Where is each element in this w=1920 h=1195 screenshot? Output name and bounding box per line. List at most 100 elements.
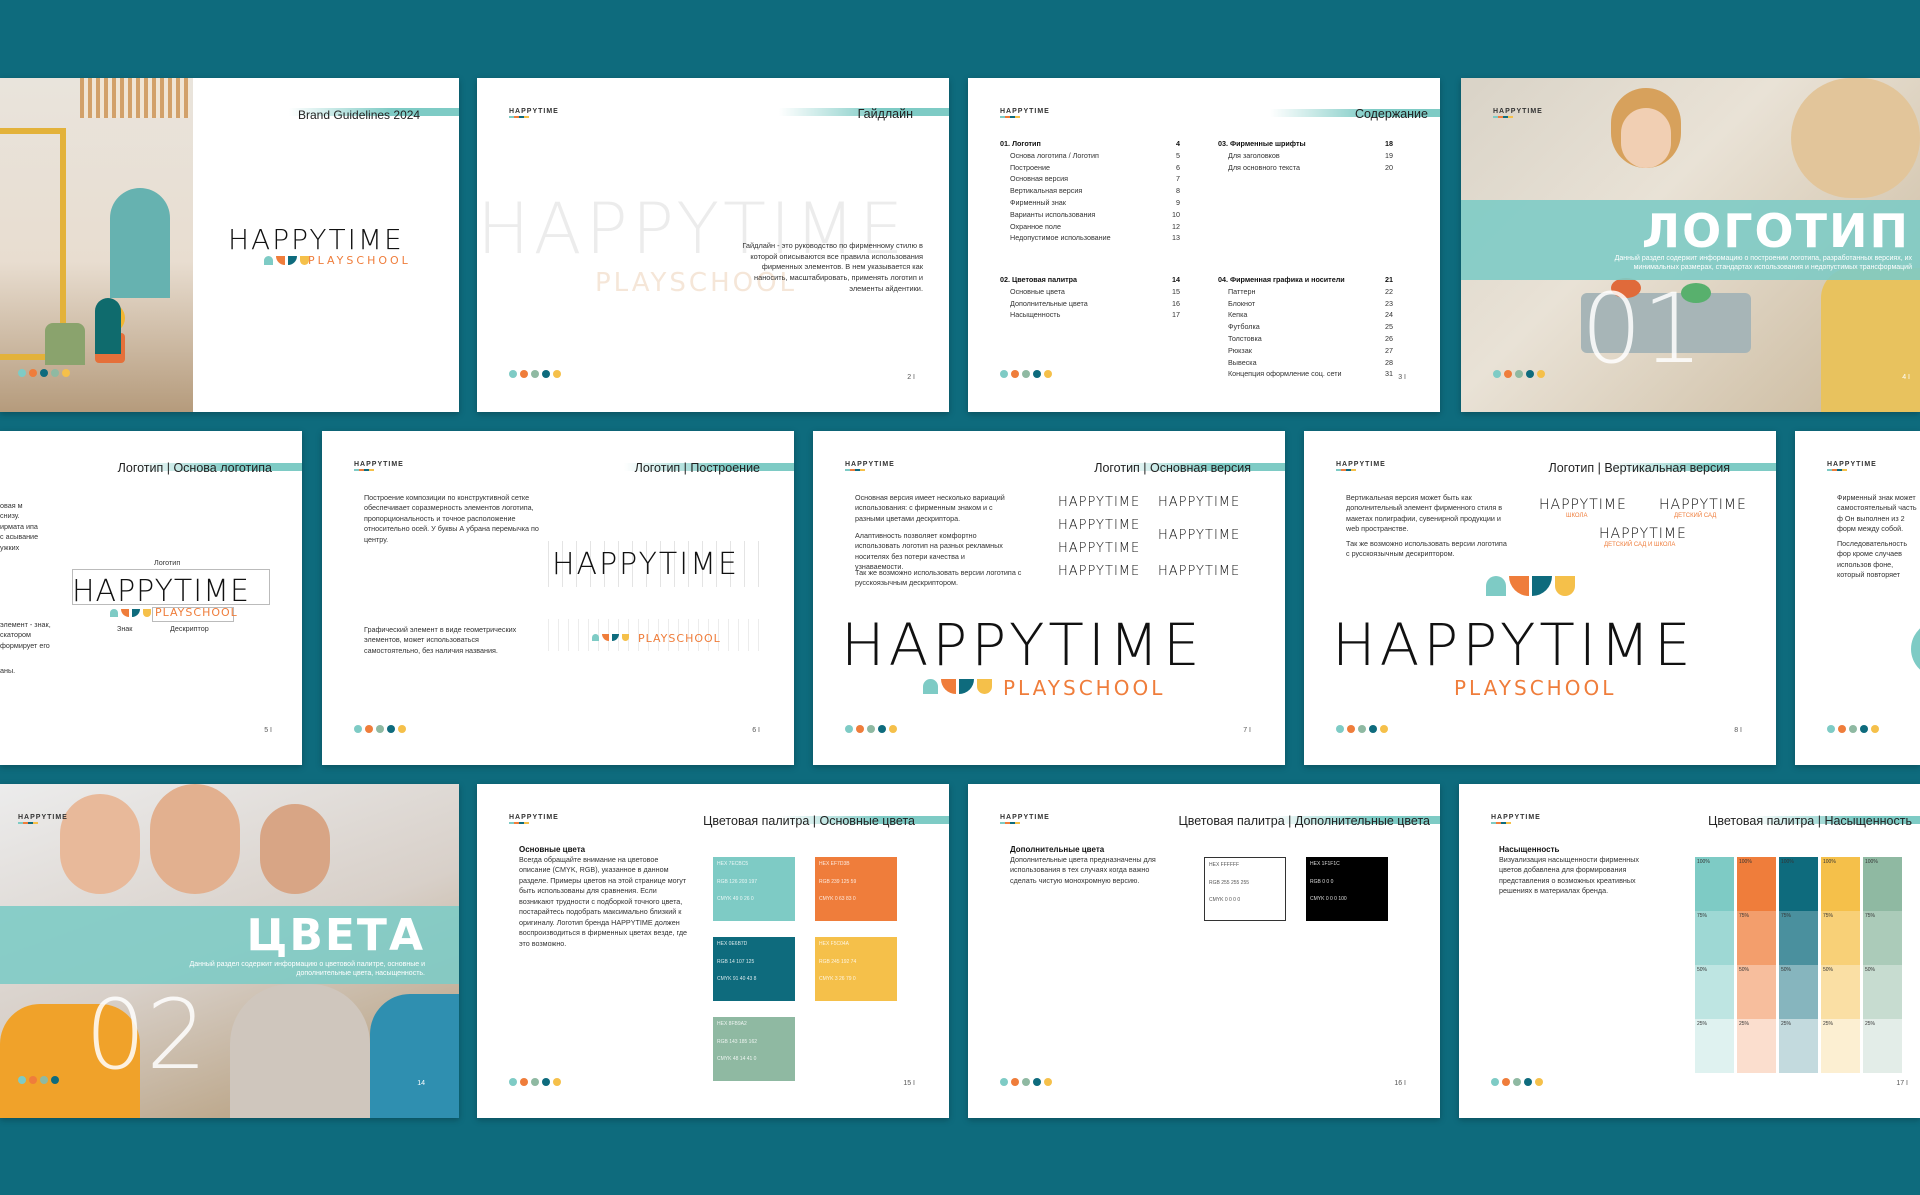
toc-page-num: 27 xyxy=(1385,345,1393,355)
cover-logo: HAPPYTIME xyxy=(228,223,404,256)
slide-contents[interactable]: HAPPYTIME Содержание 01. Логотип 4 Основа … xyxy=(968,78,1440,412)
toc-row[interactable]: Основная версия 7 xyxy=(1000,173,1180,185)
vertical-sub-kinder: ДЕТСКИЙ САД xyxy=(1674,513,1717,519)
toc-page-num: 18 xyxy=(1385,139,1393,148)
version-logo-7: HAPPYTIME xyxy=(1158,564,1241,579)
colors-heading: Основные цвета xyxy=(519,845,586,854)
slide-main-version[interactable]: HAPPYTIME Логотип | Основная версия Осно… xyxy=(813,431,1285,765)
palette-dots xyxy=(1000,370,1052,378)
palette-dots xyxy=(845,725,897,733)
vertical-logo-both: HAPPYTIME xyxy=(1599,526,1687,542)
page-number: 15 I xyxy=(903,1080,915,1087)
body-text-2: Так же возможно использовать версии лого… xyxy=(1346,539,1507,559)
toc-row[interactable]: Толстовка 26 xyxy=(1218,333,1393,345)
cover-logo-sub: PLAYSCHOOL xyxy=(308,254,411,267)
toc-row[interactable]: Насыщенность 17 xyxy=(1000,309,1180,321)
slide-title: Цветовая палитра | Насыщенность xyxy=(1708,814,1912,828)
toc-row[interactable]: Вертикальная версия 8 xyxy=(1000,185,1180,197)
extra-heading: Дополнительные цвета xyxy=(1010,845,1105,854)
slide-cover[interactable]: Brand Guidelines 2024 HAPPYTIME PLAYSCHO… xyxy=(0,78,459,412)
toc-row[interactable]: Недопустимое использование 13 xyxy=(1000,232,1180,244)
saturation-cell: 75% xyxy=(1863,911,1902,965)
page-number: 6 I xyxy=(752,727,760,734)
saturation-cell: 75% xyxy=(1695,911,1734,965)
saturation-cell: 100% xyxy=(1779,857,1818,911)
toc-row[interactable]: 01. Логотип 4 xyxy=(1000,138,1180,150)
slide-logo-base[interactable]: Логотип | Основа логотипа овая м снизу. … xyxy=(0,431,302,765)
toc-row[interactable]: Рюкзак 27 xyxy=(1218,345,1393,357)
slide-brand-sign[interactable]: HAPPYTIME Фирменный знак может самостоят… xyxy=(1795,431,1920,765)
label-descriptor: Дескриптор xyxy=(170,624,209,633)
saturation-label: 50% xyxy=(1865,967,1876,973)
toc-col-2: 03. Фирменные шрифты 18 Для заголовков 19 Дл… xyxy=(1218,138,1393,173)
palette-dots xyxy=(18,369,70,377)
toc-row[interactable]: Построение 6 xyxy=(1000,162,1180,174)
slide-vertical-version[interactable]: HAPPYTIME Логотип | Вертикальная версия … xyxy=(1304,431,1776,765)
toc-row[interactable]: 02. Цветовая палитра 14 xyxy=(1000,274,1180,286)
toc-page-num: 12 xyxy=(1172,221,1180,231)
mini-logo: HAPPYTIME xyxy=(1491,814,1541,824)
slide-colors-section[interactable]: HAPPYTIME ЦВЕТА Данный раздел содержит и… xyxy=(0,784,459,1118)
toc-row[interactable]: Паттерн 22 xyxy=(1218,286,1393,298)
vertical-main-logo-sub: PLAYSCHOOL xyxy=(1454,676,1617,700)
slide-logo-section[interactable]: HAPPYTIME ЛОГОТИП Данный раздел содержит… xyxy=(1461,78,1920,412)
toc-row[interactable]: Дополнительные цвета 16 xyxy=(1000,298,1180,310)
slide-guideline[interactable]: HAPPYTIME Гайдлайн HAPPYTIME PLAYSCHOOL … xyxy=(477,78,949,412)
toc-label: Построение xyxy=(1010,162,1051,172)
toc-row[interactable]: Фирменный знак 9 xyxy=(1000,197,1180,209)
toc-label: Насыщенность xyxy=(1010,310,1061,320)
toc-label: Кепка xyxy=(1228,310,1248,320)
palette-dots xyxy=(1336,725,1388,733)
palette-dots xyxy=(509,1078,561,1086)
version-logo-4: HAPPYTIME xyxy=(1158,528,1241,543)
swatch-black: HEX 1F1F1C RGB 0 0 0 CMYK 0 0 0 100 xyxy=(1306,857,1388,921)
section-desc: Данный раздел содержит информацию о пост… xyxy=(1614,255,1912,272)
toc-row[interactable]: Блокнот 23 xyxy=(1218,298,1393,310)
body-text-2: Последовательность фор кроме случаев исп… xyxy=(1837,539,1908,580)
slide-main-colors[interactable]: HAPPYTIME Цветовая палитра | Основные цв… xyxy=(477,784,949,1118)
slide-construction[interactable]: HAPPYTIME Логотип | Построение Построени… xyxy=(322,431,794,765)
body-text-1: Вертикальная версия может быть как допол… xyxy=(1346,493,1503,534)
toc-label: Недопустимое использование xyxy=(1010,233,1111,243)
toc-page-num: 19 xyxy=(1385,150,1393,160)
vertical-sub-school: ШКОЛА xyxy=(1566,513,1588,519)
toc-label: Блокнот xyxy=(1228,298,1256,308)
toc-row[interactable]: Для заголовков 19 xyxy=(1218,150,1393,162)
palette-dots xyxy=(1827,725,1879,733)
version-logo-3: HAPPYTIME xyxy=(1058,518,1141,533)
toc-row[interactable]: 04. Фирменная графика и носители 21 xyxy=(1218,274,1393,286)
swatch-dark-teal: HEX 0E6B7D RGB 14 107 125 CMYK 91 40 43 8 xyxy=(713,937,795,1001)
main-logo-sub: PLAYSCHOOL xyxy=(1003,676,1166,700)
saturation-cell: 100% xyxy=(1737,857,1776,911)
page-number: 8 I xyxy=(1734,727,1742,734)
slide-saturation[interactable]: HAPPYTIME Цветовая палитра | Насыщенност… xyxy=(1459,784,1920,1118)
toc-row[interactable]: Для основного текста 20 xyxy=(1218,162,1393,174)
section-number: 02 xyxy=(85,979,208,1091)
page-number: 17 I xyxy=(1896,1080,1908,1087)
sign-shape-partial xyxy=(1911,621,1920,677)
mini-logo: HAPPYTIME xyxy=(509,108,559,118)
slide-extra-colors[interactable]: HAPPYTIME Цветовая палитра | Дополнитель… xyxy=(968,784,1440,1118)
toc-page-num: 9 xyxy=(1176,197,1180,207)
toc-label: 03. Фирменные шрифты xyxy=(1218,139,1306,148)
toc-page-num: 24 xyxy=(1385,310,1393,320)
toc-row[interactable]: 03. Фирменные шрифты 18 xyxy=(1218,138,1393,150)
toc-row[interactable]: Основные цвета 15 xyxy=(1000,286,1180,298)
toc-page-num: 25 xyxy=(1385,322,1393,332)
toc-row[interactable]: Футболка 25 xyxy=(1218,321,1393,333)
toc-row[interactable]: Кепка 24 xyxy=(1218,309,1393,321)
base-logo: HAPPYTIME xyxy=(72,574,250,609)
toc-row[interactable]: Вывеска 28 xyxy=(1218,357,1393,369)
saturation-cell: 50% xyxy=(1863,965,1902,1019)
body-text-1: Фирменный знак может самостоятельный час… xyxy=(1837,493,1917,534)
toc-row[interactable]: Варианты использования 10 xyxy=(1000,209,1180,221)
saturation-text: Визуализация насыщенности фирменных цвет… xyxy=(1499,855,1640,896)
colors-text: Всегда обращайте внимание на цветовое оп… xyxy=(519,855,688,948)
label-logo: Логотип xyxy=(154,558,181,567)
toc-page-num: 31 xyxy=(1385,369,1393,379)
toc-row[interactable]: Основа логотипа / Логотип 5 xyxy=(1000,150,1180,162)
toc-row[interactable]: Охранное поле 12 xyxy=(1000,221,1180,233)
version-logo-2: HAPPYTIME xyxy=(1158,495,1241,510)
toc-row[interactable]: Концепция оформление соц. сети 31 xyxy=(1218,368,1393,380)
page-number: 14 xyxy=(417,1080,425,1087)
